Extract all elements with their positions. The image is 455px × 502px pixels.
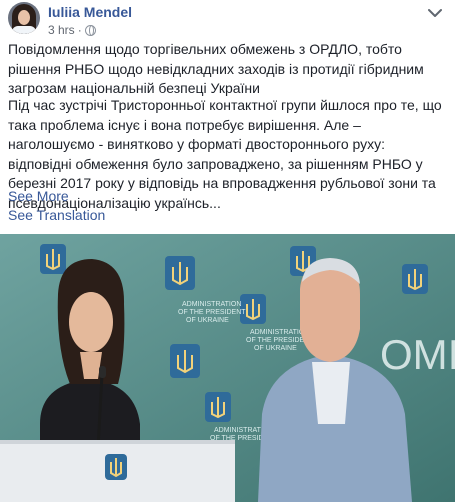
see-translation-link[interactable]: See Translation (8, 206, 105, 224)
svg-text:OF THE PRESIDENT: OF THE PRESIDENT (178, 309, 246, 316)
post-photo[interactable]: ADMINISTRATION OF THE PRESIDENT OF UKRAI… (0, 234, 455, 502)
large-backdrop-text: ОМІ (380, 331, 455, 378)
post-text-paragraph-1: Повідомлення щодо торгівельних обмежень … (8, 41, 424, 96)
post-header: Iuliia Mendel 3 hrs · (8, 2, 448, 38)
author-avatar[interactable] (8, 2, 40, 34)
svg-text:OF UKRAINE: OF UKRAINE (254, 345, 297, 352)
svg-text:ADMINISTRATION: ADMINISTRATION (182, 301, 241, 308)
post-timestamp[interactable]: 3 hrs (48, 23, 75, 37)
chevron-down-icon[interactable] (428, 8, 442, 18)
svg-text:OF UKRAINE: OF UKRAINE (186, 317, 229, 324)
meta-separator: · (77, 23, 82, 37)
see-more-link[interactable]: See More (8, 187, 69, 205)
globe-icon (84, 24, 96, 36)
author-name[interactable]: Iuliia Mendel (48, 4, 132, 20)
post-meta: 3 hrs · (48, 23, 96, 37)
facebook-post: Iuliia Mendel 3 hrs · Повідомлення щодо … (0, 0, 455, 502)
podium (0, 440, 235, 502)
photo-illustration: ADMINISTRATION OF THE PRESIDENT OF UKRAI… (0, 234, 455, 502)
post-text-paragraph-2: Під час зустрічі Тристоронньої контактно… (8, 97, 442, 211)
